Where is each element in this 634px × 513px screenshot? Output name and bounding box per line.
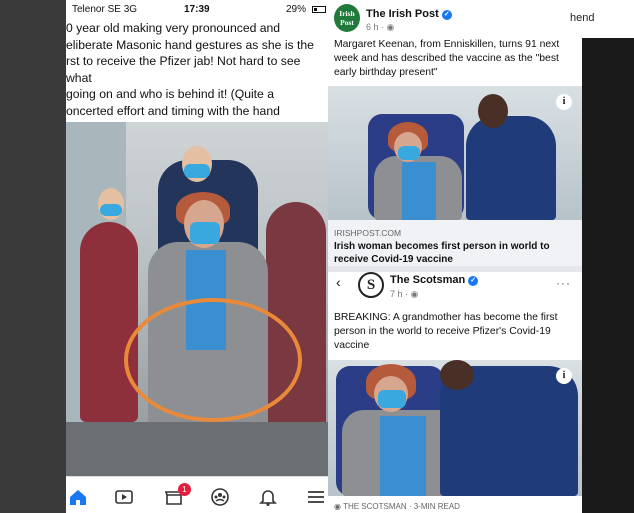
menu-icon [308,491,324,503]
phone-screenshot: Telenor SE 3G 17:39 29% 0 year old makin… [66,0,328,513]
annotation-ellipse [124,298,302,422]
info-icon[interactable]: i [556,368,572,384]
photo-mask [378,390,406,408]
scotsman-time: 7 h · [390,289,411,299]
irish-post-header: Irish Post The Irish Post ✓ 6 h · ◉ [328,0,582,34]
irish-post-time: 6 h · [366,22,387,32]
photo-nurse-head-r [440,360,474,390]
carrier-label: Telenor SE 3G [72,4,138,15]
battery-percent: 29% [286,4,307,15]
irish-post-logo[interactable]: Irish Post [334,4,360,32]
verified-icon: ✓ [441,10,452,20]
scotsman-logo[interactable]: S [358,272,384,298]
info-icon[interactable]: i [556,94,572,110]
battery-icon [312,6,326,13]
scotsman-photo[interactable]: i [328,360,582,496]
background-left [0,0,66,513]
tab-home[interactable] [68,487,88,507]
tab-marketplace[interactable]: 1 [164,483,191,507]
photo-nurse-head-r [478,94,508,128]
irish-post-photo[interactable]: i [328,86,582,220]
globe-icon: ◉ [334,502,344,511]
home-icon [70,490,86,505]
status-bar: Telenor SE 3G 17:39 29% [66,0,328,18]
notification-badge: 1 [178,483,191,496]
photo-doctor-mask [184,164,210,178]
bell-icon [259,490,277,506]
tab-groups[interactable] [210,487,230,507]
photo-shirt [380,416,426,496]
post-photo[interactable] [66,122,328,476]
tab-notifications[interactable] [258,487,278,507]
photo-mask [398,146,420,160]
scotsman-header: ‹ S The Scotsman ✓ 7 h · ◉ ··· [328,272,582,306]
back-arrow-icon[interactable]: ‹ [336,274,341,290]
tab-video[interactable] [114,487,134,507]
overlay-label: hend [552,0,634,38]
clock: 17:39 [184,4,210,15]
photo-floor [66,422,328,476]
verified-icon: ✓ [468,276,479,286]
photo-nurse-left [80,222,138,422]
link-title: Irish woman becomes first person in worl… [334,241,550,265]
facebook-screenshots: Irish Post The Irish Post ✓ 6 h · ◉ Marga… [328,0,582,513]
groups-icon [211,488,229,506]
scotsman-page-name[interactable]: The Scotsman ✓ [390,274,479,286]
video-icon [115,490,133,504]
scotsman-source-text: THE SCOTSMAN · 3-MIN READ [343,502,460,511]
irish-post-meta: 6 h · ◉ [366,22,394,33]
photo-nurse-mask [100,204,122,216]
scotsman-name-text: The Scotsman [390,274,466,286]
scotsman-source[interactable]: ◉ THE SCOTSMAN · 3-MIN READ [334,502,460,511]
background-right [582,38,634,513]
globe-icon: ◉ [386,22,395,32]
more-options-icon[interactable]: ··· [556,276,571,290]
tab-menu[interactable] [306,487,326,507]
photo-nurse [466,116,556,220]
tab-bar: 1 [66,476,328,513]
globe-icon: ◉ [410,289,419,299]
photo-patient-mask [190,222,220,244]
irish-post-name-text: The Irish Post [366,8,439,20]
scotsman-text: BREAKING: A grandmother has become the f… [334,312,558,352]
irish-post-text: Margaret Keenan, from Enniskillen, turns… [334,39,560,79]
post-text: 0 year old making very pronounced and el… [66,21,321,135]
irish-post-link[interactable]: IRISHPOST.COM Irish woman becomes first … [328,220,582,266]
irish-post-page-name[interactable]: The Irish Post ✓ [366,8,452,20]
scotsman-meta: 7 h · ◉ [390,289,418,300]
photo-shirt [402,162,436,220]
link-domain: IRISHPOST.COM [334,228,402,238]
